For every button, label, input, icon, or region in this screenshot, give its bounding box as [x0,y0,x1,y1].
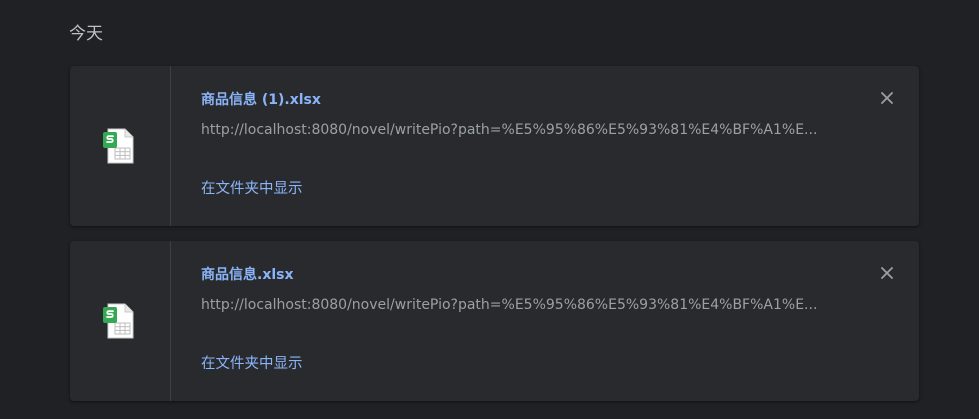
file-name-link[interactable]: 商品信息.xlsx [201,264,294,284]
downloads-page: 今天 商品信息 (1).xlsx http://localhost:8080/n… [0,0,979,419]
spreadsheet-file-icon [103,128,134,164]
download-item: 商品信息 (1).xlsx http://localhost:8080/nove… [70,66,919,226]
close-icon[interactable] [879,265,895,281]
file-icon-column [70,66,171,226]
file-source-url: http://localhost:8080/novel/writePio?pat… [201,122,818,138]
spreadsheet-file-icon [103,303,134,339]
date-section-header: 今天 [69,24,103,44]
show-in-folder-link[interactable]: 在文件夹中显示 [201,352,303,373]
show-in-folder-link[interactable]: 在文件夹中显示 [201,177,303,198]
close-icon[interactable] [879,90,895,106]
file-source-url: http://localhost:8080/novel/writePio?pat… [201,297,818,313]
file-icon-column [70,241,171,401]
file-name-link[interactable]: 商品信息 (1).xlsx [201,89,321,109]
download-item: 商品信息.xlsx http://localhost:8080/novel/wr… [70,241,919,401]
